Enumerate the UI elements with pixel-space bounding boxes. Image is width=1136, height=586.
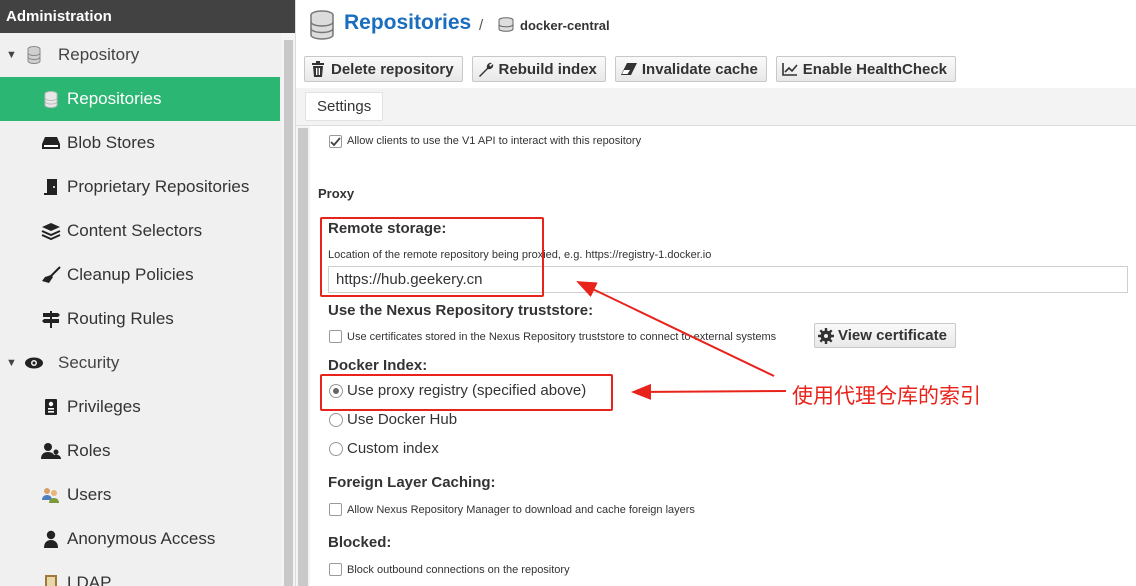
sidebar-item-proprietary-repositories[interactable]: Proprietary Repositories bbox=[0, 165, 280, 209]
sidebar-item-roles[interactable]: Roles bbox=[0, 429, 280, 473]
sidebar-item-label: Users bbox=[67, 485, 112, 504]
sidebar-item-anonymous-access[interactable]: Anonymous Access bbox=[0, 517, 280, 561]
sidebar-item-routing-rules[interactable]: Routing Rules bbox=[0, 297, 280, 341]
door-icon bbox=[40, 177, 62, 197]
sidebar-item-users[interactable]: Users bbox=[0, 473, 280, 517]
badge-icon bbox=[40, 397, 62, 417]
sidebar-item-repositories[interactable]: Repositories bbox=[0, 77, 280, 121]
page-title[interactable]: Repositories bbox=[344, 11, 471, 35]
sidebar-item-label: LDAP bbox=[67, 573, 112, 586]
sidebar-item-blob-stores[interactable]: Blob Stores bbox=[0, 121, 280, 165]
hard-drive-icon bbox=[40, 133, 62, 153]
settings-form: Allow clients to use the V1 API to inter… bbox=[296, 126, 1136, 586]
invalidate-cache-button[interactable]: Invalidate cache bbox=[614, 56, 767, 82]
enable-healthcheck-button[interactable]: Enable HealthCheck bbox=[775, 56, 957, 82]
button-label: Invalidate cache bbox=[641, 60, 758, 78]
button-label: Enable HealthCheck bbox=[802, 60, 948, 78]
repository-toolbar: Delete repository Rebuild index Invalida… bbox=[304, 56, 957, 82]
eraser-icon bbox=[620, 60, 638, 78]
sidebar-item-label: Content Selectors bbox=[67, 221, 203, 240]
sidebar-header: Administration bbox=[0, 0, 295, 33]
broom-icon bbox=[40, 265, 62, 285]
sidebar-item-label: Proprietary Repositories bbox=[67, 177, 250, 196]
sidebar-item-content-selectors[interactable]: Content Selectors bbox=[0, 209, 280, 253]
user-group-icon bbox=[40, 485, 62, 505]
breadcrumb-separator: / bbox=[479, 17, 484, 34]
app-window: Administration ▼ Repository Repositories bbox=[0, 0, 1136, 586]
sidebar-section-repository[interactable]: ▼ Repository bbox=[0, 33, 280, 77]
sidebar-item-ldap[interactable]: LDAP bbox=[0, 561, 280, 586]
signpost-icon bbox=[40, 309, 62, 329]
sidebar-item-privileges[interactable]: Privileges bbox=[0, 385, 280, 429]
line-chart-icon bbox=[781, 60, 799, 78]
delete-repository-button[interactable]: Delete repository bbox=[304, 56, 463, 82]
page-header: Repositories / docker-central bbox=[296, 0, 1136, 50]
sidebar-section-label: Security bbox=[58, 353, 120, 372]
database-icon bbox=[309, 10, 335, 45]
collapse-arrow-icon[interactable]: ▼ bbox=[6, 357, 17, 369]
sidebar-item-label: Anonymous Access bbox=[67, 529, 216, 548]
wrench-icon bbox=[477, 60, 495, 78]
layers-icon bbox=[40, 221, 62, 241]
arrow-to-proxy-option bbox=[631, 383, 787, 400]
collapse-arrow-icon[interactable]: ▼ bbox=[6, 49, 17, 61]
tab-settings[interactable]: Settings bbox=[305, 92, 384, 121]
main-panel: Repositories / docker-central Delete rep… bbox=[296, 0, 1136, 586]
user-icon bbox=[40, 529, 62, 549]
sidebar-item-label: Repositories bbox=[67, 89, 162, 108]
sidebar-section-label: Repository bbox=[58, 45, 140, 64]
sidebar-item-label: Routing Rules bbox=[67, 309, 174, 328]
breadcrumb-repo-name: docker-central bbox=[520, 18, 610, 33]
book-icon bbox=[40, 573, 62, 586]
users-icon bbox=[40, 441, 62, 461]
annotation-arrows bbox=[576, 281, 787, 400]
sidebar-scrollbar-thumb[interactable] bbox=[284, 40, 293, 586]
database-icon bbox=[40, 89, 62, 109]
sidebar-item-cleanup-policies[interactable]: Cleanup Policies bbox=[0, 253, 280, 297]
arrow-to-remote-storage bbox=[576, 281, 775, 377]
sidebar-item-label: Privileges bbox=[67, 397, 141, 416]
tab-strip: Settings bbox=[296, 88, 1136, 126]
button-label: Rebuild index bbox=[498, 60, 597, 78]
docker-repo-icon bbox=[497, 17, 515, 38]
rebuild-index-button[interactable]: Rebuild index bbox=[471, 56, 606, 82]
sidebar-section-security[interactable]: ▼ Security bbox=[0, 341, 280, 385]
eye-icon bbox=[24, 353, 44, 373]
admin-sidebar: Administration ▼ Repository Repositories bbox=[0, 0, 296, 586]
database-icon bbox=[24, 45, 44, 65]
sidebar-nav: ▼ Repository Repositories Blob Stores Pr… bbox=[0, 33, 280, 586]
button-label: Delete repository bbox=[331, 60, 454, 78]
sidebar-item-label: Roles bbox=[67, 441, 111, 460]
trash-icon bbox=[309, 60, 327, 78]
sidebar-item-label: Blob Stores bbox=[67, 133, 155, 152]
sidebar-item-label: Cleanup Policies bbox=[67, 265, 194, 284]
annotation-note: 使用代理仓库的索引 bbox=[792, 384, 981, 408]
